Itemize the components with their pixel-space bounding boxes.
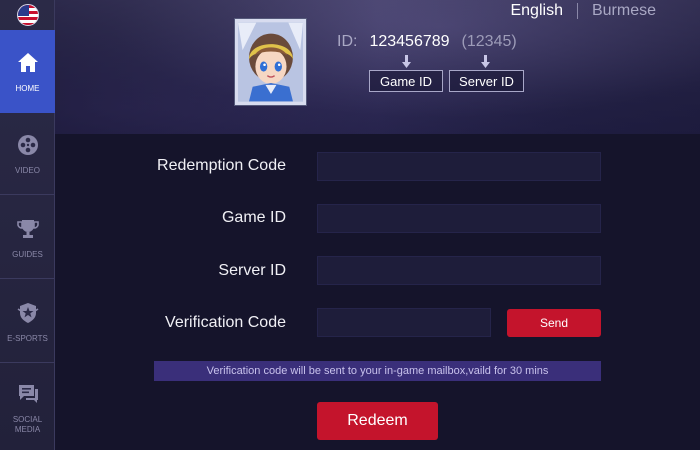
game-id-label: Game ID	[221, 209, 286, 226]
language-burmese[interactable]: Burmese	[592, 2, 656, 20]
game-id-value: 123456789	[369, 33, 450, 50]
redeem-button[interactable]: Redeem	[317, 402, 438, 440]
id-label: ID:	[337, 33, 358, 50]
esports-shield-icon	[15, 300, 41, 326]
sidebar-item-label: E-SPORTS	[7, 333, 48, 343]
server-id-hint: Server ID	[449, 70, 524, 92]
sidebar-item-esports[interactable]: E-SPORTS	[0, 281, 55, 363]
chat-bubble-icon	[15, 381, 41, 407]
game-id-hint: Game ID	[369, 70, 443, 92]
redemption-code-input[interactable]	[317, 152, 601, 181]
language-english[interactable]: English	[510, 2, 562, 20]
arrow-down-icon	[402, 55, 411, 69]
sidebar-item-label: SOCIAL MEDIA	[12, 415, 43, 434]
trophy-icon	[15, 216, 41, 242]
us-flag-icon[interactable]	[17, 4, 39, 26]
sidebar-item-video[interactable]: VIDEO	[0, 113, 55, 195]
game-id-input[interactable]	[317, 204, 601, 233]
language-switcher: English Burmese	[510, 2, 656, 20]
redemption-code-label: Redemption Code	[157, 157, 286, 174]
sidebar-item-label: HOME	[15, 83, 40, 93]
sidebar-item-social-media[interactable]: SOCIAL MEDIA	[0, 366, 55, 450]
hero-avatar	[235, 19, 306, 105]
sidebar-item-guides[interactable]: GUIDES	[0, 197, 55, 279]
server-id-label: Server ID	[218, 262, 286, 279]
sidebar-item-home[interactable]: HOME	[0, 30, 55, 113]
verification-code-label: Verification Code	[165, 314, 286, 331]
sidebar-item-label: GUIDES	[12, 249, 43, 259]
sidebar-item-label: VIDEO	[15, 165, 40, 175]
language-divider	[576, 3, 578, 19]
verification-code-input[interactable]	[317, 308, 491, 337]
home-icon	[15, 50, 41, 76]
server-id-input[interactable]	[317, 256, 601, 285]
sidebar: HOME VIDEO GUIDES E-SPORTS SOCIAL MEDIA	[0, 0, 55, 450]
player-id-row: ID: 123456789 (12345)	[337, 33, 517, 51]
header-banner: English Burmese ID: 123456789 (12345) Ga…	[55, 0, 700, 134]
server-id-value: (12345)	[461, 33, 517, 50]
arrow-down-icon	[481, 55, 490, 69]
send-code-button[interactable]: Send	[507, 309, 601, 337]
verification-notice: Verification code will be sent to your i…	[154, 361, 601, 381]
film-reel-icon	[15, 132, 41, 158]
